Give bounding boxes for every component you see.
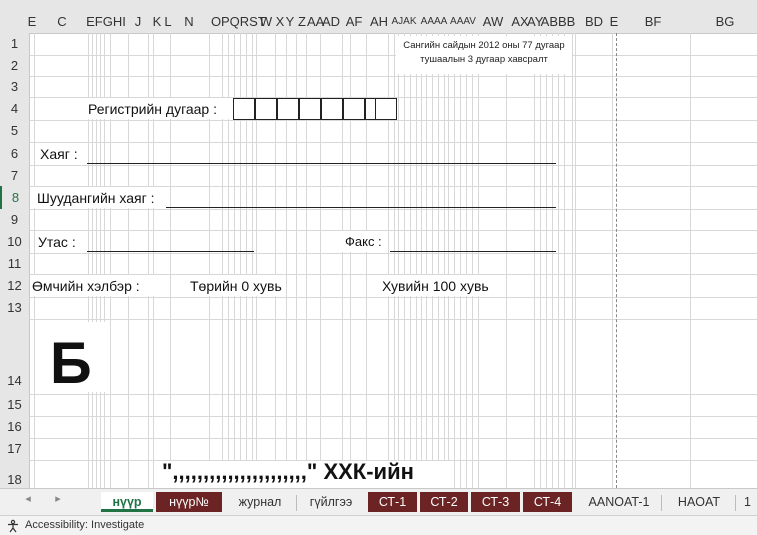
address-input-line[interactable] bbox=[87, 163, 556, 164]
accessibility-icon[interactable] bbox=[6, 519, 20, 533]
legal-reference-note: Сангийн сайдын 2012 оны 77 дугаар тушаал… bbox=[396, 39, 572, 67]
address-label: Хаяг : bbox=[40, 146, 78, 162]
tab-nuur[interactable]: нүүр bbox=[101, 492, 153, 512]
row-header[interactable]: 6 bbox=[0, 142, 30, 165]
column-header[interactable]: Y bbox=[285, 12, 295, 32]
tab-st-4[interactable]: СТ-4 bbox=[523, 492, 572, 512]
tab-scroll-left-icon[interactable]: ◂ bbox=[18, 492, 38, 505]
fax-label: Факс : bbox=[345, 234, 382, 249]
column-header[interactable]: AAAA bbox=[420, 12, 448, 32]
registration-digit-box[interactable] bbox=[255, 98, 277, 120]
column-header[interactable]: PQRST bbox=[221, 12, 266, 32]
row-header[interactable]: 17 bbox=[0, 438, 30, 460]
column-header[interactable]: AD bbox=[321, 12, 341, 32]
accessibility-status[interactable]: Accessibility: Investigate bbox=[25, 519, 144, 531]
tab-1[interactable]: 1 bbox=[738, 492, 757, 512]
column-header[interactable]: ABBB bbox=[540, 12, 576, 32]
tab-haoat[interactable]: HAOAT bbox=[664, 492, 734, 512]
spreadsheet-window: Ε C EFGHI J K L N O PQRST W X Y Z AA AD … bbox=[0, 0, 757, 535]
row-header-selected[interactable]: 8 bbox=[0, 186, 30, 209]
column-header[interactable]: E bbox=[609, 12, 619, 32]
column-header[interactable]: AF bbox=[344, 12, 364, 32]
registration-digit-box[interactable] bbox=[277, 98, 299, 120]
registration-digit-box[interactable] bbox=[233, 98, 255, 120]
column-header[interactable]: AJAK bbox=[390, 12, 418, 32]
phone-label: Утас : bbox=[38, 234, 76, 250]
fax-input-line[interactable] bbox=[390, 251, 556, 252]
registration-digit-box[interactable] bbox=[299, 98, 321, 120]
form-letter: Б bbox=[50, 331, 92, 396]
column-header[interactable]: AY bbox=[527, 12, 543, 32]
row-header[interactable]: 14 bbox=[0, 319, 30, 394]
column-header-bar: Ε C EFGHI J K L N O PQRST W X Y Z AA AD … bbox=[0, 0, 757, 34]
column-header[interactable]: J bbox=[130, 12, 146, 32]
row-header[interactable]: 15 bbox=[0, 394, 30, 416]
company-title: ",,,,,,,,,,,,,,,,,,,,,," ХХК-ийн bbox=[162, 459, 414, 484]
mailing-address-label: Шуудангийн хаяг : bbox=[37, 190, 155, 206]
note-line-2: тушаалын 3 дугаар хавсралт bbox=[420, 54, 548, 65]
tab-st-1[interactable]: СТ-1 bbox=[368, 492, 417, 512]
column-header[interactable]: AAAV bbox=[448, 12, 478, 32]
phone-input-line[interactable] bbox=[87, 251, 254, 252]
tab-scroll-right-icon[interactable]: ▸ bbox=[48, 492, 68, 505]
note-line-1: Сангийн сайдын 2012 оны 77 дугаар bbox=[403, 40, 565, 51]
column-header[interactable]: N bbox=[180, 12, 198, 32]
column-header[interactable]: EFGHI bbox=[86, 12, 126, 32]
tab-aanoat-1[interactable]: AANOAT-1 bbox=[578, 492, 660, 512]
row-header[interactable]: 18 bbox=[0, 460, 30, 488]
column-header[interactable]: K bbox=[152, 12, 162, 32]
row-header[interactable]: 5 bbox=[0, 120, 30, 142]
column-header[interactable]: X bbox=[275, 12, 285, 32]
column-header[interactable]: AW bbox=[480, 12, 506, 32]
tab-st-2[interactable]: СТ-2 bbox=[420, 492, 468, 512]
state-ownership-label: Төрийн 0 хувь bbox=[190, 278, 282, 294]
sheet-tabs-bar: ◂ ▸ нүүр нүүр№ журнал гүйлгээ СТ-1 СТ-2 … bbox=[0, 488, 757, 516]
status-bar: Accessibility: Investigate bbox=[0, 515, 757, 535]
tab-nuur-no[interactable]: нүүр№ bbox=[156, 492, 222, 512]
row-header[interactable]: 9 bbox=[0, 209, 30, 230]
row-header[interactable]: 7 bbox=[0, 165, 30, 186]
column-header[interactable]: AA bbox=[307, 12, 324, 32]
row-header[interactable]: 12 bbox=[0, 274, 30, 297]
row-header[interactable]: 2 bbox=[0, 55, 30, 76]
row-header[interactable]: 16 bbox=[0, 416, 30, 438]
registration-digit-box[interactable] bbox=[321, 98, 343, 120]
column-header[interactable]: W bbox=[258, 12, 274, 32]
column-header[interactable]: BD bbox=[580, 12, 608, 32]
mailing-address-input-line[interactable] bbox=[166, 207, 556, 208]
row-header[interactable]: 10 bbox=[0, 230, 30, 253]
column-header[interactable]: Ε bbox=[27, 12, 37, 32]
row-header[interactable]: 4 bbox=[0, 97, 30, 120]
private-ownership-label: Хувийн 100 хувь bbox=[382, 278, 489, 294]
column-header[interactable]: BG bbox=[710, 12, 740, 32]
column-header[interactable]: Z bbox=[297, 12, 307, 32]
row-header[interactable]: 3 bbox=[0, 76, 30, 97]
column-header[interactable]: BF bbox=[640, 12, 666, 32]
registration-label: Регистрийн дугаар : bbox=[88, 101, 218, 117]
tab-transactions[interactable]: гүйлгээ bbox=[298, 492, 364, 512]
column-header[interactable]: C bbox=[52, 12, 72, 32]
row-header[interactable]: 11 bbox=[0, 253, 30, 274]
column-header[interactable]: AH bbox=[368, 12, 390, 32]
row-header[interactable]: 13 bbox=[0, 297, 30, 319]
column-header[interactable]: L bbox=[163, 12, 173, 32]
tab-st-3[interactable]: СТ-3 bbox=[471, 492, 520, 512]
registration-digit-box[interactable] bbox=[375, 98, 397, 120]
page-break-line bbox=[616, 33, 617, 488]
tab-journal[interactable]: журнал bbox=[226, 492, 294, 512]
row-header[interactable]: 1 bbox=[0, 33, 30, 55]
ownership-form-label: Өмчийн хэлбэр : bbox=[32, 278, 140, 294]
registration-digit-box[interactable] bbox=[343, 98, 365, 120]
